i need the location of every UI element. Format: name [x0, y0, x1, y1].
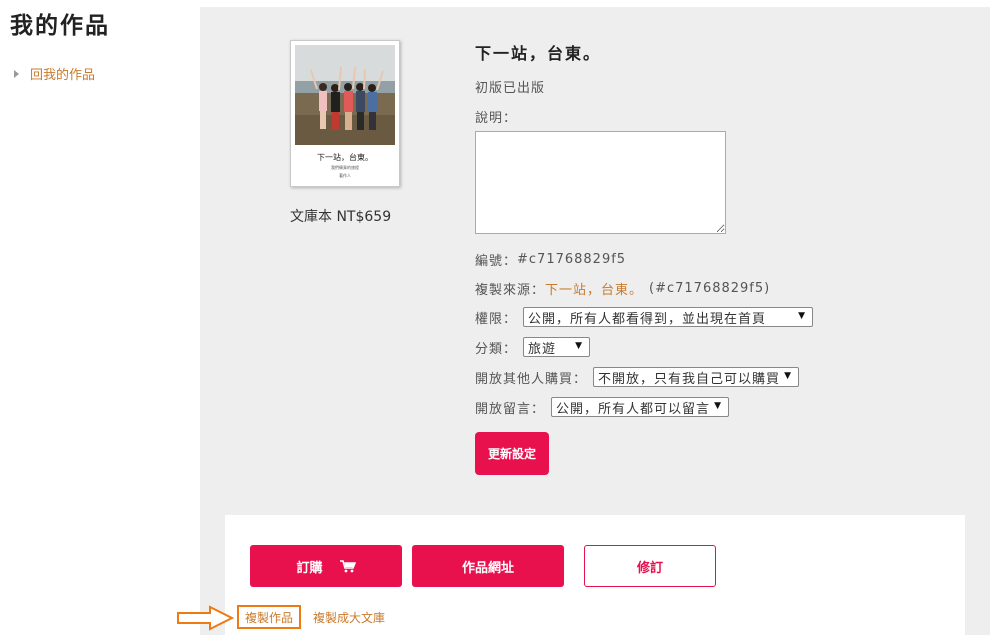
work-url-button[interactable]: 作品網址: [412, 545, 564, 587]
edition-price: 文庫本 NT$659: [290, 209, 392, 225]
category-label: 分類：: [475, 341, 518, 357]
chevron-down-icon: ▼: [784, 371, 793, 381]
copy-to-library-link[interactable]: 複製成大文庫: [313, 609, 385, 626]
book-title: 下一站，台東。: [475, 44, 602, 63]
work-url-button-label: 作品網址: [461, 560, 514, 576]
comment-select[interactable]: 公開，所有人都可以留言 ▼: [551, 397, 730, 417]
copy-source-row: 複製來源： 下一站，台東。 (#c71768829f5): [475, 279, 770, 298]
copy-work-link[interactable]: 複製作品: [237, 605, 302, 629]
book-id-label: 編號：: [475, 254, 518, 269]
purchase-select-value: 不開放，只有我自己可以購買: [598, 371, 781, 387]
back-to-my-works-link[interactable]: 回我的作品: [14, 64, 95, 83]
book-cover[interactable]: 下一站，台東。 我們騎乘的旅程 著作人: [290, 40, 400, 187]
purchase-select[interactable]: 不開放，只有我自己可以購買 ▼: [593, 367, 800, 387]
update-settings-button[interactable]: 更新設定: [475, 432, 549, 475]
permission-row: 權限： 公開，所有人都看得到，並出現在首頁 ▼: [475, 307, 814, 327]
book-id-value: #c71768829f5: [517, 252, 627, 267]
comment-row: 開放留言： 公開，所有人都可以留言 ▼: [475, 397, 730, 417]
permission-select-value: 公開，所有人都看得到，並出現在首頁: [528, 311, 767, 327]
order-button[interactable]: 訂購: [250, 545, 402, 587]
back-link-label: 回我的作品: [30, 68, 96, 83]
cover-author: 著作人: [339, 173, 351, 178]
cover-title: 下一站，台東。: [317, 153, 373, 162]
sidebar: 我的作品 回我的作品: [0, 0, 200, 635]
description-label: 說明：: [475, 111, 518, 126]
copy-source-label: 複製來源：: [475, 283, 546, 298]
chevron-down-icon: ▼: [714, 401, 723, 411]
revise-button-label: 修訂: [636, 560, 663, 576]
cover-subtitle: 我們騎乘的旅程: [331, 165, 359, 170]
category-select-value: 旅遊: [528, 341, 557, 357]
category-row: 分類： 旅遊 ▼: [475, 337, 591, 357]
copy-source-link[interactable]: 下一站，台東。: [545, 279, 643, 298]
comment-select-value: 公開，所有人都可以留言: [556, 401, 711, 417]
copy-source-id: (#c71768829f5): [649, 281, 771, 296]
purchase-label: 開放其他人購買：: [475, 371, 588, 387]
arrow-right-icon: [177, 605, 235, 631]
book-id-row: 編號： #c71768829f5: [475, 250, 626, 269]
description-textarea[interactable]: [475, 131, 726, 234]
chevron-down-icon: ▼: [575, 341, 584, 351]
page-title: 我的作品: [10, 13, 110, 39]
cover-photo: [295, 45, 395, 145]
chevron-down-icon: ▼: [798, 311, 807, 321]
permission-select[interactable]: 公開，所有人都看得到，並出現在首頁 ▼: [523, 307, 814, 327]
work-settings-panel: 下一站，台東。 我們騎乘的旅程 著作人 文庫本 NT$659 下一站，台東。 初…: [200, 7, 990, 635]
triangle-right-icon: [14, 69, 19, 78]
revise-button[interactable]: 修訂: [584, 545, 716, 587]
purchase-row: 開放其他人購買： 不開放，只有我自己可以購買 ▼: [475, 367, 800, 387]
publish-status: 初版已出版: [475, 81, 546, 96]
permission-label: 權限：: [475, 311, 518, 327]
cart-icon: [339, 559, 356, 572]
category-select[interactable]: 旅遊 ▼: [523, 337, 591, 357]
comment-label: 開放留言：: [475, 401, 546, 417]
order-button-label: 訂購: [296, 560, 323, 576]
